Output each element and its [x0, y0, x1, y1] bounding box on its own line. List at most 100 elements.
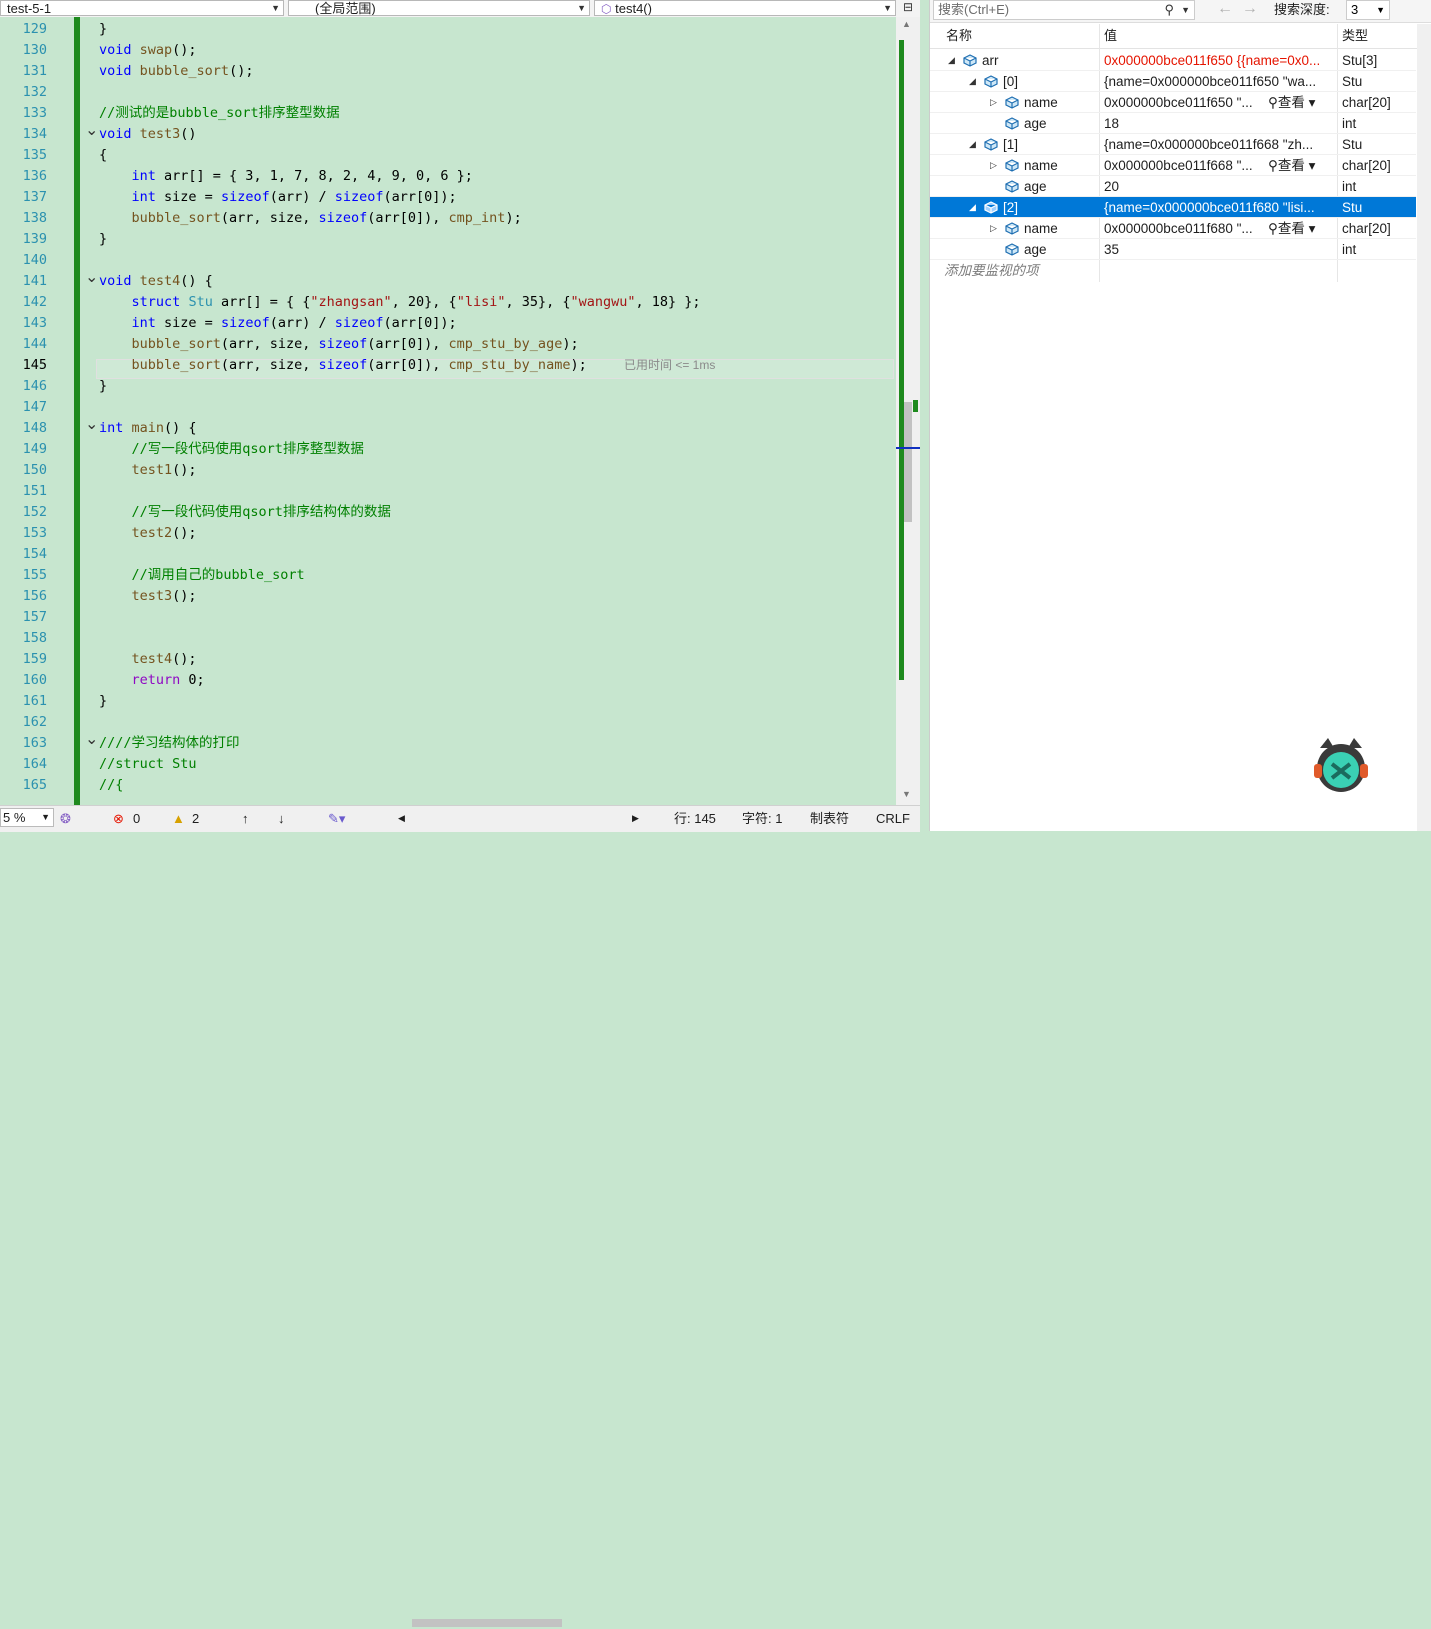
char-indicator[interactable]: 字符: 1	[742, 810, 782, 827]
arrow-down-icon[interactable]: ↓	[278, 810, 285, 827]
code-line[interactable]: 136 int arr[] = { 3, 1, 7, 8, 2, 4, 9, 0…	[0, 166, 896, 187]
watch-value[interactable]: {name=0x000000bce011f680 "lisi...	[1104, 197, 1338, 218]
watch-value[interactable]: 0x000000bce011f668 "...	[1104, 155, 1266, 176]
code-line[interactable]: 160 return 0;	[0, 670, 896, 691]
arrow-up-icon[interactable]: ↑	[242, 810, 249, 827]
watch-row[interactable]: ▷ name 0x000000bce011f668 "... ⚲查看 ▾ char[20…	[930, 155, 1416, 176]
code-line[interactable]: 133 //测试的是bubble_sort排序整型数据	[0, 103, 896, 124]
scroll-left-icon[interactable]: ◀	[398, 810, 405, 827]
code-line[interactable]: 143 int size = sizeof(arr) / sizeof(arr[…	[0, 313, 896, 334]
code-line[interactable]: 146}	[0, 376, 896, 397]
code-line[interactable]: 139}	[0, 229, 896, 250]
code-line[interactable]: 129}	[0, 19, 896, 40]
editor-horizontal-scrollbar[interactable]	[398, 1617, 638, 1629]
tabs-indicator[interactable]: 制表符	[810, 810, 849, 827]
code-line[interactable]: 154	[0, 544, 896, 565]
code-line[interactable]: 150 test1();	[0, 460, 896, 481]
fold-toggle-icon[interactable]: ⌄	[85, 417, 98, 433]
fold-toggle-icon[interactable]: ⌄	[85, 270, 98, 286]
code-line[interactable]: 153 test2();	[0, 523, 896, 544]
code-line[interactable]: 148 ⌄ int main() {	[0, 417, 896, 439]
code-line[interactable]: 134 ⌄ void test3()	[0, 123, 896, 145]
column-name-header[interactable]: 名称	[946, 24, 972, 48]
column-value-header[interactable]: 值	[1104, 24, 1117, 48]
text-visualizer-button[interactable]: ⚲查看 ▾	[1268, 92, 1315, 113]
expand-icon[interactable]: ▷	[990, 92, 997, 113]
watch-row[interactable]: ▷ name 0x000000bce011f680 "... ⚲查看 ▾ char[20…	[930, 218, 1416, 239]
assistant-mascot-icon[interactable]	[1310, 734, 1372, 796]
watch-row[interactable]: ▷ name 0x000000bce011f650 "... ⚲查看 ▾ char[20…	[930, 92, 1416, 113]
chevron-down-icon[interactable]: ▼	[1181, 1, 1190, 19]
fold-toggle-icon[interactable]: ⌄	[85, 732, 98, 748]
error-count[interactable]: 0	[133, 810, 140, 827]
code-line[interactable]: 149 //写一段代码使用qsort排序整型数据	[0, 439, 896, 460]
expand-icon[interactable]: ▷	[990, 218, 997, 239]
expand-icon[interactable]: ▷	[990, 155, 997, 176]
code-line[interactable]: 137 int size = sizeof(arr) / sizeof(arr[…	[0, 187, 896, 208]
watch-value[interactable]: 35	[1104, 239, 1338, 260]
code-line[interactable]: 151	[0, 481, 896, 502]
scrollbar-thumb[interactable]	[903, 402, 912, 522]
code-line[interactable]: 155 //调用自己的bubble_sort	[0, 565, 896, 586]
collapse-icon[interactable]: ◢	[969, 71, 976, 92]
watch-row[interactable]: age 35 int	[930, 239, 1416, 260]
scrollbar-thumb[interactable]	[412, 1619, 562, 1627]
collapse-icon[interactable]: ◢	[969, 134, 976, 155]
code-line[interactable]: 141 ⌄ void test4() {	[0, 270, 896, 292]
line-indicator[interactable]: 行: 145	[674, 810, 716, 827]
back-forward-arrows[interactable]: ← →	[1217, 0, 1258, 18]
search-icon[interactable]: ⚲	[1164, 1, 1174, 19]
code-line[interactable]: 131 void bubble_sort();	[0, 61, 896, 82]
split-icon[interactable]: ⊟	[898, 0, 918, 16]
code-line[interactable]: 140	[0, 250, 896, 271]
watch-vertical-scrollbar[interactable]	[1417, 24, 1431, 831]
code-line[interactable]: 156 test3();	[0, 586, 896, 607]
fold-toggle-icon[interactable]: ⌄	[85, 123, 98, 139]
function-dropdown[interactable]: ⬡ test4() ▼	[594, 0, 896, 16]
code-line[interactable]: 132	[0, 82, 896, 103]
watch-row[interactable]: age 18 int	[930, 113, 1416, 134]
watch-row[interactable]: ◢ [0] {name=0x000000bce011f650 "wa... Stu	[930, 71, 1416, 92]
code-line[interactable]: 161}	[0, 691, 896, 712]
project-dropdown[interactable]: test-5-1 ▼	[0, 0, 284, 16]
code-line[interactable]: 162	[0, 712, 896, 733]
scope-dropdown[interactable]: (全局范围) ▼	[288, 0, 590, 16]
watch-row[interactable]: age 20 int	[930, 176, 1416, 197]
code-line[interactable]: 144 bubble_sort(arr, size, sizeof(arr[0]…	[0, 334, 896, 355]
watch-row[interactable]: ◢ [1] {name=0x000000bce011f668 "zh... Stu	[930, 134, 1416, 155]
code-line[interactable]: 163 ⌄////学习结构体的打印	[0, 732, 896, 754]
watch-value[interactable]: 0x000000bce011f680 "...	[1104, 218, 1266, 239]
code-line[interactable]: 145 bubble_sort(arr, size, sizeof(arr[0]…	[0, 355, 896, 376]
search-depth-dropdown[interactable]: 3 ▼	[1346, 0, 1390, 20]
code-line[interactable]: 159 test4();	[0, 649, 896, 670]
code-editor[interactable]: test-5-1 ▼ (全局范围) ▼ ⬡ test4() ▼ ⊟ 129} 13…	[0, 0, 920, 1627]
error-icon[interactable]: ⊗	[113, 810, 124, 827]
code-line[interactable]: 147	[0, 397, 896, 418]
scroll-up-icon[interactable]: ▲	[902, 19, 911, 29]
collapse-icon[interactable]: ◢	[948, 50, 955, 71]
code-line[interactable]: 158	[0, 628, 896, 649]
zoom-dropdown[interactable]: 5 % ▼	[0, 808, 54, 827]
code-line[interactable]: 152 //写一段代码使用qsort排序结构体的数据	[0, 502, 896, 523]
intellicode-icon[interactable]: ❂	[60, 810, 71, 827]
column-type-header[interactable]: 类型	[1342, 24, 1368, 48]
warning-icon[interactable]: ▲	[172, 810, 185, 827]
code-line[interactable]: 142 struct Stu arr[] = { {"zhangsan", 20…	[0, 292, 896, 313]
add-watch-item[interactable]: 添加要监视的项	[944, 260, 1039, 281]
search-input[interactable]: 搜索(Ctrl+E) ⚲ ▼	[933, 0, 1195, 20]
watch-row[interactable]: ◢ [2] {name=0x000000bce011f680 "lisi... Stu	[930, 197, 1416, 218]
scroll-right-icon[interactable]: ▶	[632, 810, 639, 827]
watch-value[interactable]: 20	[1104, 176, 1338, 197]
brush-icon[interactable]: ✎▾	[328, 810, 345, 827]
watch-value[interactable]: {name=0x000000bce011f668 "zh...	[1104, 134, 1338, 155]
code-line[interactable]: 165 //{	[0, 775, 896, 796]
watch-row[interactable]: ◢ arr 0x000000bce011f650 {{name=0x0... Stu[…	[930, 50, 1416, 71]
code-line[interactable]: 138 bubble_sort(arr, size, sizeof(arr[0]…	[0, 208, 896, 229]
text-visualizer-button[interactable]: ⚲查看 ▾	[1268, 218, 1315, 239]
collapse-icon[interactable]: ◢	[969, 197, 976, 218]
code-line[interactable]: 164 //struct Stu	[0, 754, 896, 775]
scroll-down-icon[interactable]: ▼	[902, 789, 911, 799]
watch-value[interactable]: {name=0x000000bce011f650 "wa...	[1104, 71, 1338, 92]
watch-value[interactable]: 0x000000bce011f650 {{name=0x0...	[1104, 50, 1338, 71]
watch-value[interactable]: 18	[1104, 113, 1338, 134]
